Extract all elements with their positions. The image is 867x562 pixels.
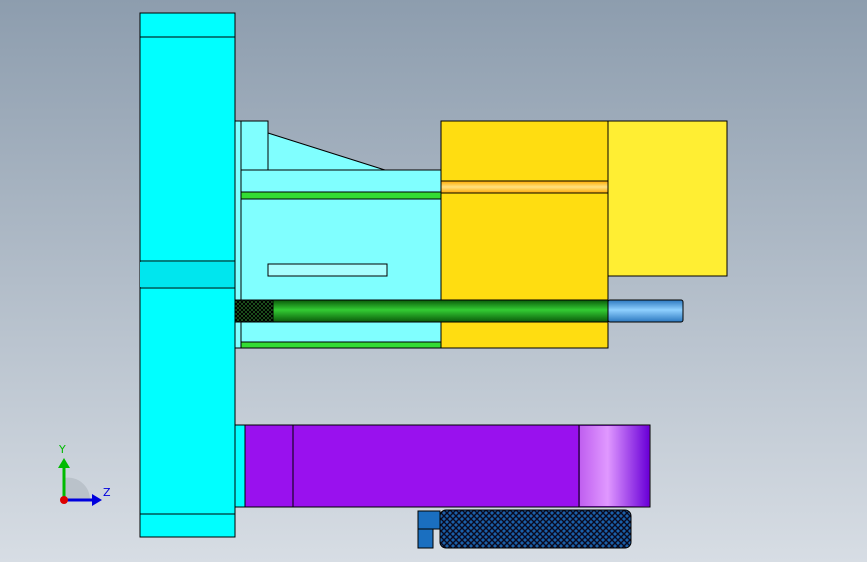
piston-rod[interactable] [234, 299, 609, 323]
base-plate[interactable] [139, 12, 236, 538]
triad-origin [60, 496, 68, 504]
model-canvas[interactable] [0, 0, 867, 562]
clamp-bar[interactable] [234, 424, 651, 508]
y-axis-label: Y [59, 443, 66, 456]
z-axis-label: Z [103, 486, 111, 499]
rod-tip[interactable] [607, 299, 684, 323]
cad-viewport[interactable]: Y Z [0, 0, 867, 562]
knurled-nut[interactable] [417, 509, 632, 549]
end-cap[interactable] [607, 120, 728, 277]
